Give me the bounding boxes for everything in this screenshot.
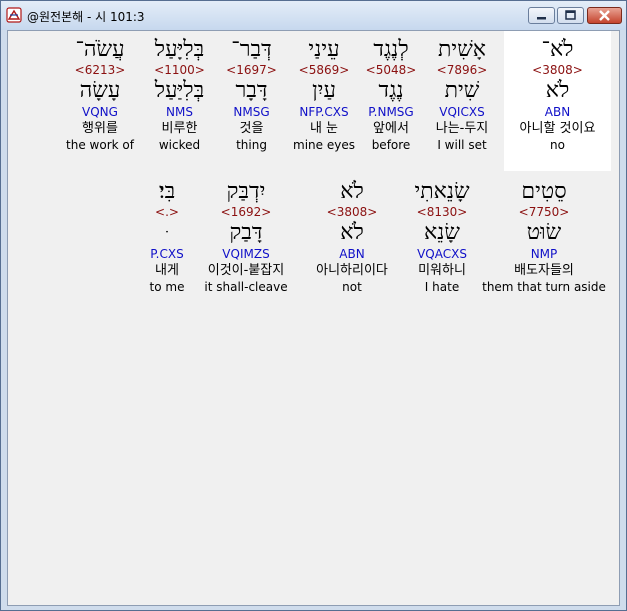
- hebrew-word: שָׂנֵאתִי: [414, 179, 470, 204]
- close-icon: [599, 10, 610, 21]
- hebrew-root: לֹא: [340, 220, 364, 245]
- korean-gloss: 배도자들의: [514, 263, 574, 278]
- word-4[interactable]: עֵינַי <5869> עַיִן NFP.CXS 내 눈 mine eye…: [290, 37, 358, 152]
- korean-gloss: 행위를: [82, 121, 118, 136]
- strong-number: <1100>: [154, 63, 205, 77]
- english-gloss: before: [371, 138, 411, 152]
- word-7[interactable]: עֲשֹׂה־ <6213> עָשָׂה VQNG 행위를 the work …: [64, 37, 136, 152]
- english-gloss: them that turn aside: [482, 280, 606, 294]
- maximize-button[interactable]: [557, 7, 584, 24]
- english-gloss: it shall-cleave: [204, 280, 288, 294]
- word-6[interactable]: בְּלִיָּעַל <1100> בְּלִיַּעַל NMS 비루한 w…: [151, 37, 208, 152]
- minimize-icon: [537, 17, 546, 20]
- korean-gloss: 이것이-붙잡지: [207, 263, 285, 278]
- strong-number: <6213>: [74, 63, 126, 77]
- english-gloss: no: [550, 138, 565, 152]
- english-gloss: not: [342, 280, 362, 294]
- hebrew-word: בִּי׃: [158, 179, 176, 204]
- hebrew-root: שׂוּט: [526, 220, 562, 245]
- word-9[interactable]: שָׂנֵאתִי <8130> שָׂנֵא VQACXS 미워하니 I ha…: [408, 179, 476, 294]
- word-11[interactable]: יִדְבַּק <1692> דָּבַק VQIMZS 이것이-붙잡지 it…: [196, 179, 296, 294]
- parsing-code: NMP: [530, 247, 558, 261]
- strong-number: <7750>: [518, 205, 570, 219]
- word-12[interactable]: בִּי׃ <.> ּ P.CXS 내게 to me: [142, 179, 192, 294]
- english-gloss: mine eyes: [293, 138, 355, 152]
- korean-gloss: 앞에서: [373, 121, 409, 136]
- hebrew-word: דְּבַר־: [231, 37, 272, 62]
- hebrew-root: שָׂנֵא: [424, 220, 460, 245]
- english-gloss: the work of: [66, 138, 134, 152]
- verse-analysis-panel: לֹא־ <3808> לֹא ABN 아니할 것이요 no אָשִׁית <…: [7, 30, 620, 606]
- strong-number: <.>: [155, 205, 179, 219]
- word-2[interactable]: אָשִׁית <7896> שִׁית VQICXS 나는-두지 I will…: [420, 37, 504, 152]
- strong-number: <5869>: [298, 63, 350, 77]
- korean-gloss: 내 눈: [309, 121, 339, 136]
- parsing-code: P.NMSG: [368, 105, 414, 119]
- strong-number: <1692>: [220, 205, 272, 219]
- maximize-icon: [565, 10, 576, 20]
- english-gloss: I hate: [424, 280, 460, 294]
- hebrew-word: בְּלִיָּעַל: [154, 37, 205, 62]
- word-8[interactable]: סֵטִים <7750> שׂוּט NMP 배도자들의 them that …: [480, 179, 608, 294]
- app-window: @원전본해 - 시 101:3 לֹא־ <3808> לֹא ABN 아니할 …: [0, 0, 627, 611]
- korean-gloss: 아니할 것이요: [519, 121, 596, 136]
- hebrew-word: לֹא: [340, 179, 364, 204]
- korean-gloss: 내게: [155, 263, 179, 278]
- parsing-code: VQICXS: [439, 105, 485, 119]
- parsing-code: VQNG: [82, 105, 118, 119]
- english-gloss: to me: [149, 280, 185, 294]
- parsing-code: NFP.CXS: [299, 105, 349, 119]
- strong-number: <8130>: [416, 205, 468, 219]
- hebrew-root: דָּבָר: [235, 78, 268, 103]
- hebrew-word: סֵטִים: [521, 179, 567, 204]
- hebrew-root: ּ: [142, 221, 192, 247]
- hebrew-root: עַיִן: [312, 78, 336, 103]
- word-10[interactable]: לֹא <3808> לֹא ABN 아니하리이다 not: [301, 179, 403, 294]
- hebrew-root: עָשָׂה: [79, 78, 121, 103]
- app-logo-icon: [6, 7, 22, 23]
- korean-gloss: 비루한: [161, 121, 198, 136]
- hebrew-word: אָשִׁית: [438, 37, 486, 62]
- hebrew-root: נֶגֶד: [378, 78, 404, 103]
- english-gloss: I will set: [437, 138, 487, 152]
- parsing-code: ABN: [339, 247, 365, 261]
- minimize-button[interactable]: [528, 7, 555, 24]
- english-gloss: thing: [236, 138, 267, 152]
- hebrew-word: לֹא־: [541, 37, 574, 62]
- strong-number: <7896>: [436, 63, 488, 77]
- word-5[interactable]: דְּבַר־ <1697> דָּבָר NMSG 것을 thing: [223, 37, 280, 152]
- parsing-code: VQACXS: [417, 247, 467, 261]
- hebrew-root: לֹא: [545, 78, 570, 103]
- parsing-code: NMS: [166, 105, 193, 119]
- title-bar[interactable]: @원전본해 - 시 101:3: [1, 1, 626, 30]
- korean-gloss: 것을: [239, 121, 264, 136]
- parsing-code: P.CXS: [150, 247, 184, 261]
- hebrew-root: שִׁית: [444, 78, 480, 103]
- hebrew-root: בְּלִיַּעַל: [154, 78, 205, 103]
- strong-number: <5048>: [365, 63, 417, 77]
- korean-gloss: 미워하니: [418, 263, 466, 278]
- word-1[interactable]: לֹא־ <3808> לֹא ABN 아니할 것이요 no: [504, 37, 611, 152]
- strong-number: <3808>: [532, 63, 583, 77]
- strong-number: <3808>: [326, 205, 378, 219]
- window-title: @원전본해 - 시 101:3: [27, 10, 145, 24]
- strong-number: <1697>: [226, 63, 277, 77]
- english-gloss: wicked: [158, 138, 201, 152]
- hebrew-word: יִדְבַּק: [226, 179, 266, 204]
- hebrew-word: עֵינַי: [308, 37, 340, 62]
- hebrew-word: לְנֶגֶד: [373, 37, 409, 62]
- parsing-code: VQIMZS: [222, 247, 270, 261]
- parsing-code: ABN: [544, 105, 571, 119]
- korean-gloss: 아니하리이다: [316, 263, 388, 278]
- word-3[interactable]: לְנֶגֶד <5048> נֶגֶד P.NMSG 앞에서 before: [358, 37, 424, 152]
- hebrew-root: דָּבַק: [229, 220, 263, 245]
- parsing-code: NMSG: [233, 105, 270, 119]
- korean-gloss: 나는-두지: [435, 121, 489, 136]
- hebrew-word: עֲשֹׂה־: [75, 37, 125, 62]
- close-button[interactable]: [587, 7, 622, 24]
